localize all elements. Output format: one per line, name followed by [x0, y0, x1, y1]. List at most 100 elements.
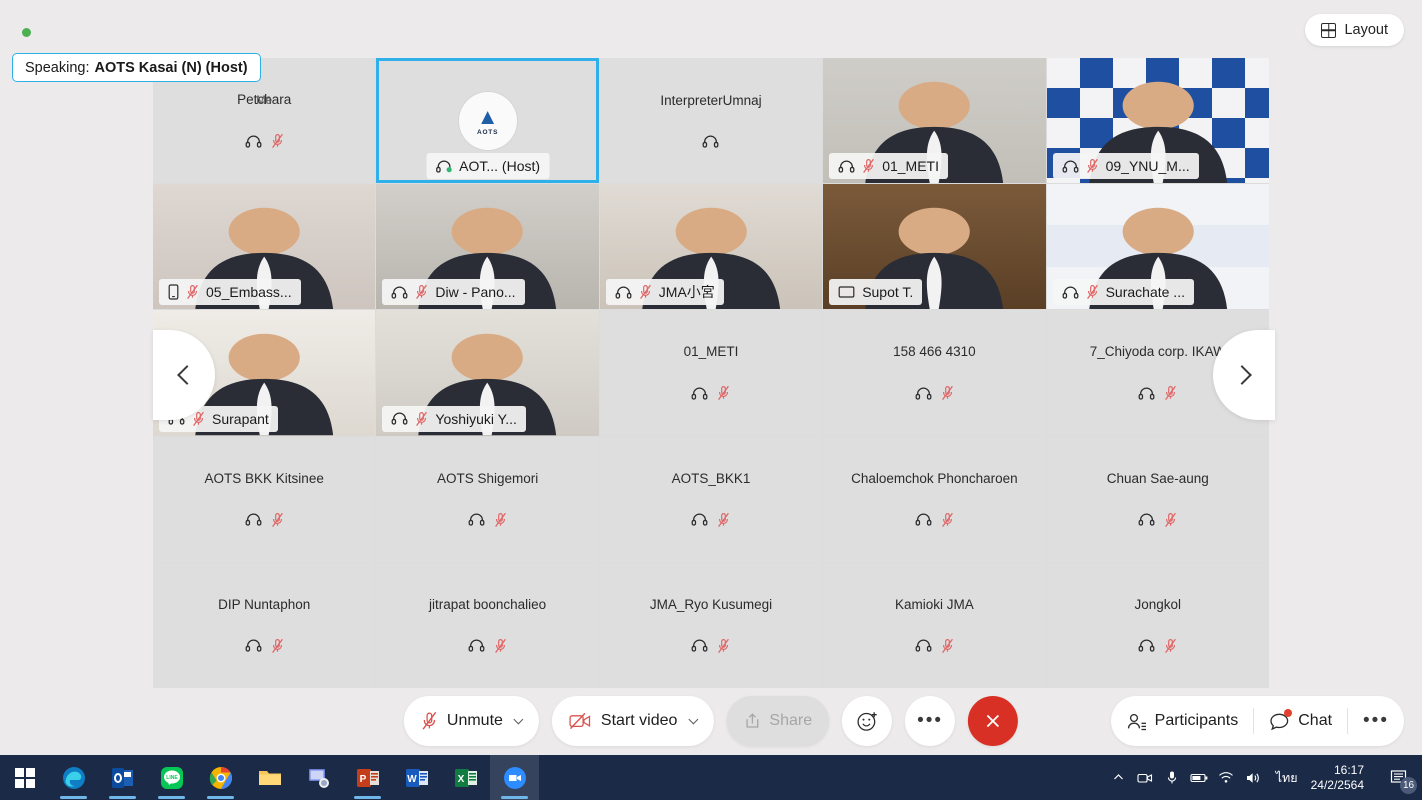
chat-label: Chat — [1298, 712, 1332, 730]
taskbar-google-chrome[interactable] — [196, 755, 245, 800]
participant-tile[interactable]: ▲AOTSAOT... (Host) — [376, 58, 598, 183]
participant-name: DIP Nuntaphon — [212, 597, 316, 612]
taskbar-line[interactable]: LINE — [147, 755, 196, 800]
chevron-up-icon[interactable] — [1105, 755, 1132, 800]
taskbar-powerpoint[interactable]: P — [343, 755, 392, 800]
headset-icon — [691, 638, 708, 653]
participant-tile[interactable]: Diw - Pano... — [376, 184, 598, 309]
participant-name: AOTS BKK Kitsinee — [199, 471, 330, 486]
participant-tile[interactable]: 158 466 4310 — [823, 310, 1045, 435]
participant-name: Surachate ... — [1106, 284, 1185, 300]
mic-muted-icon — [1086, 284, 1099, 300]
participant-status-icons — [468, 638, 507, 654]
participant-name: 01_METI — [678, 344, 745, 359]
participant-placeholder: 01_METI — [678, 344, 745, 401]
volume-icon[interactable] — [1240, 755, 1267, 800]
participant-status-icons — [691, 512, 730, 528]
participant-tile[interactable]: Yoshiyuki Y... — [376, 310, 598, 435]
leave-meeting-button[interactable] — [968, 696, 1018, 746]
share-button-label: Share — [769, 712, 812, 730]
headset-icon — [245, 638, 262, 653]
participant-tile[interactable]: Kamioki JMA — [823, 563, 1045, 688]
smiley-plus-icon — [856, 710, 879, 733]
participant-tile[interactable]: 01_METI — [823, 58, 1045, 183]
start-video-button[interactable]: Start video — [552, 696, 713, 746]
right-more-button[interactable]: ••• — [1348, 706, 1404, 736]
participant-name-bar: Yoshiyuki Y... — [382, 406, 525, 432]
participant-tile[interactable]: Chuan Sae-aung — [1047, 437, 1269, 562]
participant-tile[interactable]: Supot T. — [823, 184, 1045, 309]
participant-tile[interactable]: Surachate ... — [1047, 184, 1269, 309]
taskbar-outlook[interactable] — [98, 755, 147, 800]
participant-tile[interactable]: 01_METI — [600, 310, 822, 435]
microphone-icon[interactable] — [1159, 755, 1186, 800]
unmute-button[interactable]: Unmute — [404, 696, 539, 746]
chat-button[interactable]: Chat — [1254, 706, 1347, 736]
chevron-down-icon[interactable] — [688, 715, 698, 725]
more-options-button[interactable]: ••• — [905, 696, 955, 746]
headset-icon — [1138, 638, 1155, 653]
running-indicator — [354, 796, 381, 799]
participant-status-icons — [915, 385, 954, 401]
taskbar-word[interactable]: W — [392, 755, 441, 800]
aots-logo-mark: ▲ — [477, 106, 499, 128]
participant-tile[interactable]: JMA小宮 — [600, 184, 822, 309]
battery-icon[interactable] — [1186, 755, 1213, 800]
windows-taskbar: LINE P W X — [0, 755, 1422, 800]
taskbar-start-button[interactable] — [0, 755, 49, 800]
language-indicator[interactable]: ไทย — [1267, 768, 1307, 788]
taskbar-microsoft-edge[interactable] — [49, 755, 98, 800]
participant-name-bar: JMA小宮 — [606, 279, 724, 305]
participant-name: AOT... (Host) — [459, 158, 540, 174]
participant-name: InterpreterUmnaj — [654, 93, 767, 108]
participant-tile[interactable]: 05_Embass... — [153, 184, 375, 309]
participant-tile[interactable]: Chaloemchok Phoncharoen — [823, 437, 1045, 562]
participant-name: Yoshiyuki Y... — [435, 411, 516, 427]
notification-center-button[interactable]: 16 — [1376, 755, 1422, 800]
taskbar-zoom[interactable] — [490, 755, 539, 800]
zoom-meeting-window: Layout Speaking: AOTS Kasai (N) (Host) P… — [0, 0, 1422, 800]
participant-tile[interactable]: AOTS BKK Kitsinee — [153, 437, 375, 562]
participant-tile[interactable]: 09_YNU_M... — [1047, 58, 1269, 183]
camera-icon[interactable] — [1132, 755, 1159, 800]
participant-name-bar: 09_YNU_M... — [1053, 153, 1199, 179]
taskbar-file-explorer[interactable] — [245, 755, 294, 800]
taskbar-excel[interactable]: X — [441, 755, 490, 800]
clock-date: 24/2/2564 — [1311, 778, 1364, 793]
svg-text:W: W — [407, 774, 417, 785]
participant-tile[interactable]: AOTS_BKK1 — [600, 437, 822, 562]
reactions-button[interactable] — [842, 696, 892, 746]
participant-tile[interactable]: JMA_Ryo Kusumegi — [600, 563, 822, 688]
participant-tile[interactable]: jitrapat boonchalieo — [376, 563, 598, 688]
start-video-button-label: Start video — [601, 712, 677, 730]
participant-tile[interactable]: InterpreterUmnaj — [600, 58, 822, 183]
mic-muted-icon — [941, 638, 954, 654]
participant-status-icons — [702, 134, 719, 149]
participant-tile[interactable]: Jongkol — [1047, 563, 1269, 688]
participant-name: jitrapat boonchalieo — [423, 597, 552, 612]
participant-placeholder: Chaloemchok Phoncharoen — [845, 471, 1024, 528]
mic-muted-icon — [494, 638, 507, 654]
ellipsis-icon: ••• — [1363, 717, 1389, 725]
running-indicator — [501, 796, 528, 799]
participant-tile[interactable]: DIP Nuntaphon — [153, 563, 375, 688]
mic-muted-icon — [941, 385, 954, 401]
participant-name: JMA小宮 — [659, 282, 715, 302]
participant-placeholder: InterpreterUmnaj — [654, 93, 767, 149]
clock[interactable]: 16:17 24/2/2564 — [1307, 763, 1376, 793]
mic-muted-icon — [415, 284, 428, 300]
mic-muted-icon — [862, 158, 875, 174]
taskbar-remote-desktop[interactable] — [294, 755, 343, 800]
headset-icon — [915, 512, 932, 527]
participant-status-icons — [1138, 512, 1177, 528]
participant-tile[interactable]: AOTS Shigemori — [376, 437, 598, 562]
layout-button[interactable]: Layout — [1305, 14, 1404, 46]
chevron-left-icon — [177, 365, 197, 385]
headset-icon — [435, 159, 452, 174]
headset-icon — [1062, 285, 1079, 300]
participants-button[interactable]: Participants — [1111, 706, 1254, 736]
svg-text:X: X — [457, 774, 464, 785]
wifi-icon[interactable] — [1213, 755, 1240, 800]
participant-placeholder: 158 466 4310 — [887, 344, 982, 401]
chevron-down-icon[interactable] — [513, 715, 523, 725]
